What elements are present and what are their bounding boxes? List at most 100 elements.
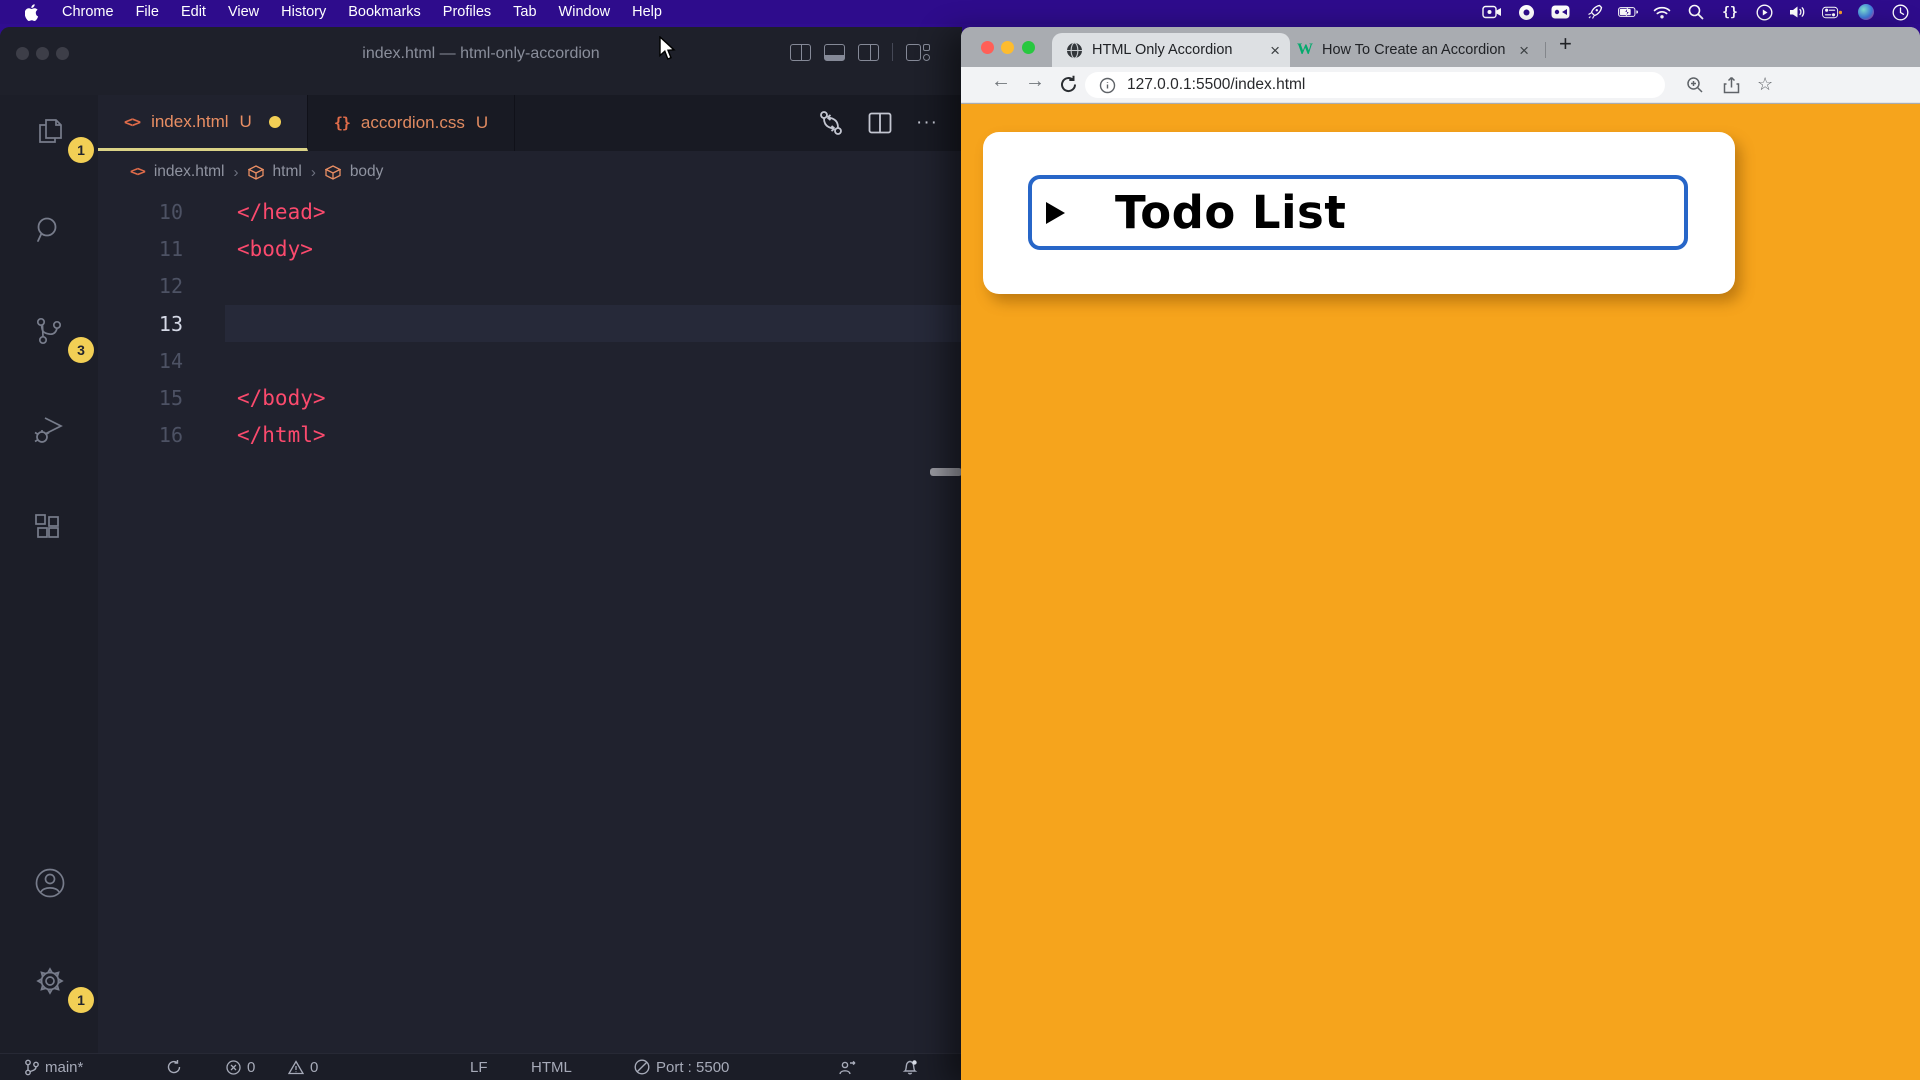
volume-icon[interactable] bbox=[1788, 3, 1808, 21]
open-changes-icon[interactable] bbox=[818, 109, 844, 137]
spotlight-search-icon[interactable] bbox=[1686, 3, 1706, 21]
battery-charging-icon[interactable] bbox=[1618, 3, 1638, 21]
chevron-right-icon: › bbox=[234, 164, 239, 181]
menu-item-chrome[interactable]: Chrome bbox=[51, 0, 125, 24]
more-actions-icon[interactable]: ··· bbox=[916, 112, 938, 134]
errors-status[interactable]: 0 bbox=[226, 1054, 255, 1080]
details-marker-icon[interactable] bbox=[1046, 202, 1065, 224]
siri-icon[interactable] bbox=[1856, 3, 1876, 21]
warnings-status[interactable]: 0 bbox=[288, 1054, 318, 1080]
html-file-icon: <> bbox=[130, 164, 145, 180]
menu-item-profiles[interactable]: Profiles bbox=[432, 0, 502, 24]
tab-modified-indicator: U bbox=[476, 113, 488, 133]
tab-accordion-css[interactable]: {} accordion.css U bbox=[308, 95, 515, 151]
menu-item-tab[interactable]: Tab bbox=[502, 0, 547, 24]
clock-icon[interactable] bbox=[1890, 3, 1910, 21]
line-code: </html> bbox=[183, 423, 326, 447]
close-tab-icon[interactable]: × bbox=[1270, 42, 1280, 59]
menu-item-history[interactable]: History bbox=[270, 0, 337, 24]
code-line: 11<body> bbox=[98, 230, 962, 267]
code-editor[interactable]: 10</head> 11<body> 12 13 14 15</body> 16… bbox=[98, 193, 962, 1053]
tab-how-to-create-accordion[interactable]: W How To Create an Accordion × bbox=[1297, 33, 1529, 67]
source-control-badge: 3 bbox=[68, 337, 94, 363]
new-tab-button[interactable]: + bbox=[1559, 31, 1572, 57]
run-debug-icon[interactable] bbox=[33, 414, 65, 446]
explorer-badge: 1 bbox=[68, 137, 94, 163]
line-number: 10 bbox=[98, 200, 183, 224]
vscode-activity-bar: 1 3 1 bbox=[0, 95, 98, 1053]
back-icon[interactable]: ← bbox=[991, 70, 1011, 93]
breadcrumb-item-body[interactable]: body bbox=[350, 163, 384, 181]
w3schools-favicon: W bbox=[1297, 41, 1313, 59]
accounts-icon[interactable] bbox=[33, 866, 65, 898]
menu-item-help[interactable]: Help bbox=[621, 0, 673, 24]
toggle-secondary-sidebar-icon[interactable] bbox=[858, 44, 879, 61]
macos-menu-bar: Chrome File Edit View History Bookmarks … bbox=[0, 0, 1920, 24]
reload-icon[interactable] bbox=[1059, 75, 1078, 94]
split-editor-icon[interactable] bbox=[868, 112, 892, 134]
code-line: 16</html> bbox=[98, 417, 962, 454]
css-file-icon: {} bbox=[334, 114, 350, 132]
tab-index-html[interactable]: <> index.html U bbox=[98, 95, 308, 151]
settings-gear-icon[interactable] bbox=[33, 964, 65, 996]
accordion-summary[interactable]: Todo List bbox=[1028, 175, 1688, 250]
toggle-primary-sidebar-icon[interactable] bbox=[790, 44, 811, 61]
chrome-toolbar: ← → 127.0.0.1:5500/index.html ☆ bbox=[961, 67, 1920, 103]
rocket-icon[interactable] bbox=[1584, 3, 1604, 21]
extensions-icon[interactable] bbox=[33, 513, 65, 545]
apple-icon bbox=[25, 4, 40, 21]
menu-item-view[interactable]: View bbox=[217, 0, 270, 24]
vscode-status-bar: main* 0 0 LF HTML Port : 5500 bbox=[0, 1053, 962, 1080]
breadcrumb-item-html[interactable]: html bbox=[273, 163, 302, 181]
source-control-icon[interactable] bbox=[33, 315, 65, 347]
eol-indicator[interactable]: LF bbox=[470, 1054, 488, 1080]
unsaved-dot-icon[interactable] bbox=[269, 116, 281, 128]
play-circle-icon[interactable] bbox=[1754, 3, 1774, 21]
language-mode[interactable]: HTML bbox=[531, 1054, 572, 1080]
address-bar[interactable]: 127.0.0.1:5500/index.html ☆ bbox=[1085, 72, 1665, 98]
code-line: 14 bbox=[98, 342, 962, 379]
code-line: 10</head> bbox=[98, 193, 962, 230]
explorer-icon[interactable] bbox=[33, 115, 65, 147]
menu-item-file[interactable]: File bbox=[125, 0, 170, 24]
window-minimize-button[interactable] bbox=[1001, 41, 1014, 54]
camera-outline-icon[interactable] bbox=[1482, 3, 1502, 21]
zoom-icon[interactable] bbox=[1686, 76, 1704, 94]
window-zoom-button[interactable] bbox=[1022, 41, 1035, 54]
forward-icon[interactable]: → bbox=[1025, 70, 1045, 93]
close-tab-icon[interactable]: × bbox=[1519, 42, 1529, 59]
customize-layout-icon[interactable] bbox=[906, 44, 930, 61]
breadcrumb-item-file[interactable]: index.html bbox=[154, 163, 225, 181]
code-line: 15</body> bbox=[98, 379, 962, 416]
git-branch-status[interactable]: main* bbox=[24, 1054, 83, 1080]
share-icon[interactable] bbox=[1723, 76, 1740, 94]
scrollbar-handle[interactable] bbox=[930, 468, 962, 476]
git-branch-icon bbox=[24, 1059, 39, 1076]
toggle-panel-icon[interactable] bbox=[824, 44, 845, 61]
window-close-button[interactable] bbox=[981, 41, 994, 54]
notifications-bell-icon[interactable] bbox=[901, 1054, 919, 1080]
tab-label: accordion.css bbox=[361, 113, 465, 133]
record-circle-icon[interactable] bbox=[1516, 3, 1536, 21]
accordion-title: Todo List bbox=[1115, 186, 1346, 239]
settings-badge: 1 bbox=[68, 987, 94, 1013]
url-text[interactable]: 127.0.0.1:5500/index.html bbox=[1127, 76, 1305, 94]
line-code: </body> bbox=[183, 386, 326, 410]
live-server-port[interactable]: Port : 5500 bbox=[634, 1054, 729, 1080]
tab-html-only-accordion[interactable]: HTML Only Accordion × bbox=[1052, 33, 1290, 67]
tab-label: index.html bbox=[151, 112, 228, 132]
menu-item-bookmarks[interactable]: Bookmarks bbox=[337, 0, 432, 24]
site-info-icon[interactable] bbox=[1099, 77, 1116, 94]
braces-icon[interactable]: {} bbox=[1720, 3, 1740, 21]
line-number: 15 bbox=[98, 386, 183, 410]
sync-status[interactable] bbox=[166, 1054, 182, 1080]
wifi-icon[interactable] bbox=[1652, 3, 1672, 21]
search-icon[interactable] bbox=[33, 214, 65, 246]
apple-icon[interactable] bbox=[14, 0, 51, 24]
bookmark-star-icon[interactable]: ☆ bbox=[1757, 74, 1773, 95]
menu-item-window[interactable]: Window bbox=[548, 0, 622, 24]
feedback-icon[interactable] bbox=[838, 1054, 856, 1080]
camera-filled-icon[interactable] bbox=[1550, 3, 1570, 21]
control-switches-icon[interactable] bbox=[1822, 3, 1842, 21]
menu-item-edit[interactable]: Edit bbox=[170, 0, 217, 24]
